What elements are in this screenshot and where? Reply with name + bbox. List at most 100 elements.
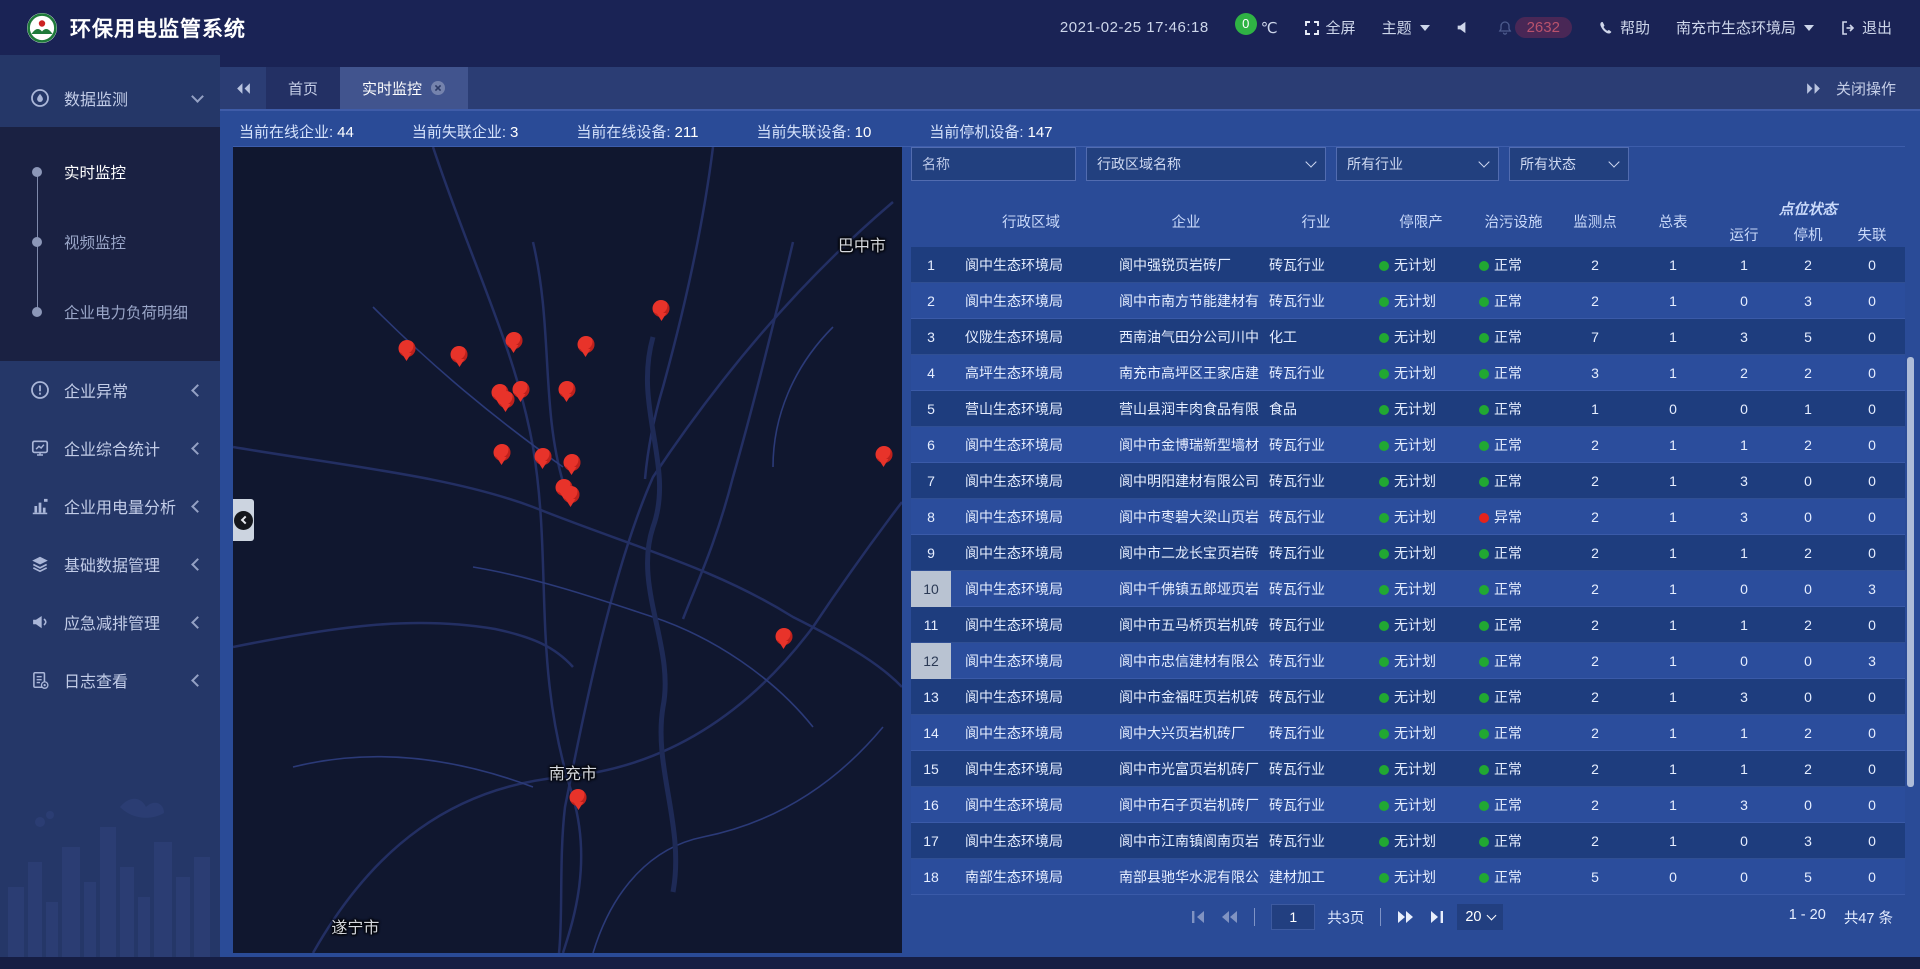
fullscreen-button[interactable]: 全屏 bbox=[1304, 17, 1356, 38]
table-row[interactable]: 13 阆中生态环境局 阆中市金福旺页岩机砖 砖瓦行业 无计划 正常 2 1 3 … bbox=[911, 679, 1905, 715]
map-marker-icon[interactable] bbox=[653, 300, 670, 317]
sidebar-subitem-0-0[interactable]: 实时监控 bbox=[0, 137, 220, 207]
table-row[interactable]: 2 阆中生态环境局 阆中市南方节能建材有 砖瓦行业 无计划 正常 2 1 0 3… bbox=[911, 283, 1905, 319]
last-page-button[interactable] bbox=[1427, 910, 1445, 924]
sidebar-item-6[interactable]: 日志查看 bbox=[0, 651, 220, 709]
double-chevron-right-icon[interactable] bbox=[1805, 82, 1822, 95]
industry-select[interactable]: 所有行业 bbox=[1336, 147, 1499, 181]
cell-industry: 建材加工 bbox=[1261, 867, 1371, 887]
notification-bell[interactable]: 2632 bbox=[1497, 17, 1572, 38]
map-panel[interactable]: 巴中市南充市遂宁市 bbox=[233, 147, 902, 953]
sidebar-item-3[interactable]: 企业用电量分析 bbox=[0, 477, 220, 535]
table-row[interactable]: 11 阆中生态环境局 阆中市五马桥页岩机砖 砖瓦行业 无计划 正常 2 1 1 … bbox=[911, 607, 1905, 643]
status-dot bbox=[1379, 585, 1389, 595]
sidebar-item-1[interactable]: 企业异常 bbox=[0, 361, 220, 419]
cell-facility: 正常 bbox=[1471, 831, 1556, 851]
cell-industry: 砖瓦行业 bbox=[1261, 255, 1371, 275]
theme-dropdown[interactable]: 主题 bbox=[1382, 17, 1430, 38]
cell-region: 高坪生态环境局 bbox=[951, 363, 1111, 383]
map-marker-icon[interactable] bbox=[570, 789, 587, 806]
tab-0[interactable]: 首页 bbox=[266, 67, 340, 109]
map-marker-icon[interactable] bbox=[577, 336, 594, 353]
cell-run: 3 bbox=[1712, 689, 1776, 705]
sidebar-item-2[interactable]: 企业综合统计 bbox=[0, 419, 220, 477]
status-dot bbox=[1379, 369, 1389, 379]
tab-close-icon[interactable] bbox=[430, 80, 446, 96]
sidebar: 数据监测实时监控视频监控企业电力负荷明细企业异常企业综合统计企业用电量分析基础数… bbox=[0, 55, 220, 957]
cell-lost: 0 bbox=[1840, 725, 1904, 741]
map-collapse-button[interactable] bbox=[233, 499, 254, 541]
tab-1[interactable]: 实时监控 bbox=[340, 67, 468, 109]
col-stop: 停机 bbox=[1776, 224, 1840, 245]
sidebar-subitem-0-1[interactable]: 视频监控 bbox=[0, 207, 220, 277]
organization-dropdown[interactable]: 南充市生态环境局 bbox=[1676, 17, 1814, 38]
double-chevron-left-icon bbox=[235, 82, 252, 95]
region-select[interactable]: 行政区域名称 bbox=[1086, 147, 1326, 181]
table-row[interactable]: 7 阆中生态环境局 阆中明阳建材有限公司 砖瓦行业 无计划 正常 2 1 3 0… bbox=[911, 463, 1905, 499]
map-marker-icon[interactable] bbox=[497, 391, 514, 408]
cell-points: 5 bbox=[1556, 869, 1634, 885]
table-row[interactable]: 8 阆中生态环境局 阆中市枣碧大梁山页岩 砖瓦行业 无计划 异常 2 1 3 0… bbox=[911, 499, 1905, 535]
cell-lost: 0 bbox=[1840, 689, 1904, 705]
map-marker-icon[interactable] bbox=[512, 381, 529, 398]
table-row[interactable]: 3 仪陇生态环境局 西南油气田分公司川中 化工 无计划 正常 7 1 3 5 0 bbox=[911, 319, 1905, 355]
map-marker-icon[interactable] bbox=[558, 381, 575, 398]
map-marker-icon[interactable] bbox=[505, 332, 522, 349]
table-row[interactable]: 14 阆中生态环境局 阆中大兴页岩机砖厂 砖瓦行业 无计划 正常 2 1 1 2… bbox=[911, 715, 1905, 751]
table-row[interactable]: 6 阆中生态环境局 阆中市金博瑞新型墙材 砖瓦行业 无计划 正常 2 1 1 2… bbox=[911, 427, 1905, 463]
logout-button[interactable]: 退出 bbox=[1840, 17, 1892, 38]
table-row[interactable]: 16 阆中生态环境局 阆中市石子页岩机砖厂 砖瓦行业 无计划 正常 2 1 3 … bbox=[911, 787, 1905, 823]
cell-meters: 1 bbox=[1634, 653, 1712, 669]
table-row[interactable]: 12 阆中生态环境局 阆中市忠信建材有限公 砖瓦行业 无计划 正常 2 1 0 … bbox=[911, 643, 1905, 679]
cell-industry: 砖瓦行业 bbox=[1261, 723, 1371, 743]
page-number-input[interactable] bbox=[1271, 904, 1315, 930]
sidebar-item-label: 日志查看 bbox=[64, 668, 193, 692]
cell-points: 2 bbox=[1556, 257, 1634, 273]
status-select[interactable]: 所有状态 bbox=[1509, 147, 1629, 181]
tab-scroll-left-button[interactable] bbox=[220, 67, 266, 109]
table-row[interactable]: 1 阆中生态环境局 阆中强锐页岩砖厂 砖瓦行业 无计划 正常 2 1 1 2 0 bbox=[911, 247, 1905, 283]
cell-stop: 3 bbox=[1776, 293, 1840, 309]
next-page-button[interactable] bbox=[1397, 910, 1415, 924]
map-marker-icon[interactable] bbox=[534, 448, 551, 465]
page-size-select[interactable]: 20 bbox=[1457, 904, 1503, 930]
cell-region: 阆中生态环境局 bbox=[951, 759, 1111, 779]
table-row[interactable]: 9 阆中生态环境局 阆中市二龙长宝页岩砖 砖瓦行业 无计划 正常 2 1 1 2… bbox=[911, 535, 1905, 571]
map-marker-icon[interactable] bbox=[451, 346, 468, 363]
prev-page-button[interactable] bbox=[1220, 910, 1238, 924]
sidebar-item-5[interactable]: 应急减排管理 bbox=[0, 593, 220, 651]
map-marker-icon[interactable] bbox=[875, 446, 892, 463]
table-scrollbar[interactable] bbox=[1907, 357, 1914, 787]
close-operations-button[interactable]: 关闭操作 bbox=[1836, 78, 1896, 99]
name-search-input[interactable] bbox=[911, 147, 1076, 181]
help-button[interactable]: 帮助 bbox=[1598, 17, 1650, 38]
sidebar-item-4[interactable]: 基础数据管理 bbox=[0, 535, 220, 593]
cell-region: 仪陇生态环境局 bbox=[951, 327, 1111, 347]
cell-lost: 0 bbox=[1840, 257, 1904, 273]
cell-facility: 正常 bbox=[1471, 399, 1556, 419]
map-marker-icon[interactable] bbox=[563, 454, 580, 471]
cell-points: 7 bbox=[1556, 329, 1634, 345]
sidebar-item-label: 企业用电量分析 bbox=[64, 494, 193, 518]
map-marker-icon[interactable] bbox=[562, 486, 579, 503]
table-row[interactable]: 10 阆中生态环境局 阆中千佛镇五郎垭页岩 砖瓦行业 无计划 正常 2 1 0 … bbox=[911, 571, 1905, 607]
cell-meters: 1 bbox=[1634, 473, 1712, 489]
map-marker-icon[interactable] bbox=[493, 444, 510, 461]
cell-limit: 无计划 bbox=[1371, 327, 1471, 347]
mute-speaker-icon[interactable] bbox=[1456, 20, 1471, 35]
sidebar-subitem-0-2[interactable]: 企业电力负荷明细 bbox=[0, 277, 220, 347]
table-row[interactable]: 5 营山生态环境局 营山县润丰肉食品有限 食品 无计划 正常 1 0 0 1 0 bbox=[911, 391, 1905, 427]
cell-points: 3 bbox=[1556, 365, 1634, 381]
status-dot bbox=[1479, 585, 1489, 595]
map-marker-icon[interactable] bbox=[398, 340, 415, 357]
row-number: 4 bbox=[911, 355, 951, 391]
table-row[interactable]: 17 阆中生态环境局 阆中市江南镇阆南页岩 砖瓦行业 无计划 正常 2 1 0 … bbox=[911, 823, 1905, 859]
sidebar-item-0[interactable]: 数据监测 bbox=[0, 69, 220, 127]
table-row[interactable]: 15 阆中生态环境局 阆中市光富页岩机砖厂 砖瓦行业 无计划 正常 2 1 1 … bbox=[911, 751, 1905, 787]
cell-stop: 0 bbox=[1776, 509, 1840, 525]
table-row[interactable]: 4 高坪生态环境局 南充市高坪区王家店建 砖瓦行业 无计划 正常 3 1 2 2… bbox=[911, 355, 1905, 391]
first-page-button[interactable] bbox=[1190, 910, 1208, 924]
map-marker-icon[interactable] bbox=[775, 628, 792, 645]
status-dot bbox=[1379, 693, 1389, 703]
table-row[interactable]: 18 南部生态环境局 南部县驰华水泥有限公 建材加工 无计划 正常 5 0 0 … bbox=[911, 859, 1905, 895]
